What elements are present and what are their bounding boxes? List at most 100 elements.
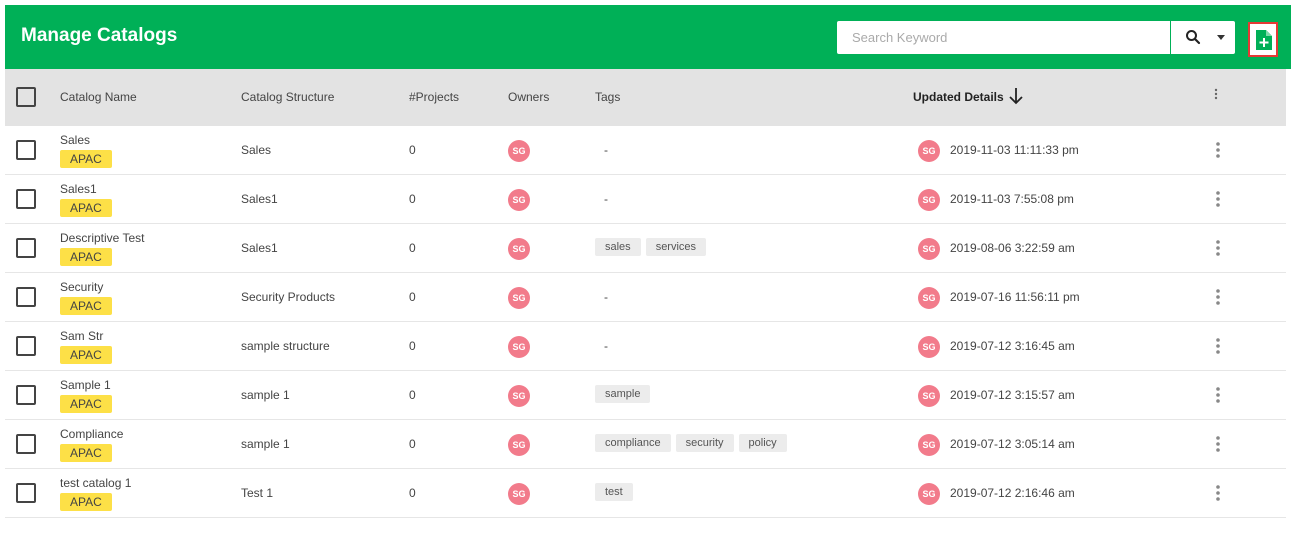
catalog-structure: sample 1: [241, 388, 290, 402]
tag-chip[interactable]: sample: [595, 385, 651, 403]
project-count: 0: [409, 241, 416, 255]
owner-avatar: SG: [508, 238, 530, 260]
column-owners[interactable]: Owners: [508, 90, 549, 104]
row-checkbox[interactable]: [16, 336, 36, 356]
updated-by-avatar: SG: [918, 434, 940, 456]
updated-timestamp: 2019-08-06 3:22:59 am: [950, 241, 1075, 255]
row-checkbox[interactable]: [16, 238, 36, 258]
row-checkbox[interactable]: [16, 434, 36, 454]
table-row[interactable]: Sam Str APAC sample structure 0 SG - SG …: [5, 322, 1286, 371]
tag-list: -: [595, 140, 618, 160]
project-count: 0: [409, 437, 416, 451]
updated-timestamp: 2019-07-12 3:16:45 am: [950, 339, 1075, 353]
column-tags[interactable]: Tags: [595, 90, 620, 104]
updated-by-avatar: SG: [918, 189, 940, 211]
more-vertical-icon[interactable]: [1216, 191, 1220, 210]
catalog-name[interactable]: Sales: [60, 133, 90, 147]
updated-by-avatar: SG: [918, 336, 940, 358]
more-vertical-icon[interactable]: [1216, 387, 1220, 406]
arrow-down-icon[interactable]: [1008, 87, 1024, 108]
column-catalog-structure[interactable]: Catalog Structure: [241, 90, 334, 104]
catalog-name[interactable]: Sales1: [60, 182, 97, 196]
catalog-name[interactable]: test catalog 1: [60, 476, 131, 490]
catalog-structure: Sales1: [241, 192, 278, 206]
tag-list: sales services: [595, 238, 707, 256]
search-button[interactable]: [1171, 21, 1235, 54]
page-header: Manage Catalogs: [5, 5, 1291, 69]
catalog-name[interactable]: Descriptive Test: [60, 231, 144, 245]
owner-avatar: SG: [508, 434, 530, 456]
catalog-structure: Sales: [241, 143, 272, 157]
catalog-structure: Security Products: [241, 290, 336, 304]
table-row[interactable]: Compliance APAC sample 1 0 SG compliance…: [5, 420, 1286, 469]
project-count: 0: [409, 143, 416, 157]
catalog-name[interactable]: Sample 1: [60, 378, 111, 392]
search-icon: [1185, 29, 1201, 48]
table-row[interactable]: Sales APAC Sales 0 SG - SG 2019-11-03 11…: [5, 126, 1286, 175]
owner-avatar: SG: [508, 287, 530, 309]
more-vertical-icon[interactable]: [1216, 338, 1220, 357]
search-input[interactable]: [837, 21, 1170, 54]
row-checkbox[interactable]: [16, 385, 36, 405]
select-all-checkbox[interactable]: [16, 87, 36, 107]
owner-avatar: SG: [508, 483, 530, 505]
updated-by-avatar: SG: [918, 385, 940, 407]
updated-timestamp: 2019-07-16 11:56:11 pm: [950, 290, 1080, 304]
project-count: 0: [409, 192, 416, 206]
tag-empty: -: [604, 290, 608, 304]
table-row[interactable]: Sample 1 APAC sample 1 0 SG sample SG 20…: [5, 371, 1286, 420]
updated-timestamp: 2019-07-12 2:16:46 am: [950, 486, 1075, 500]
add-file-icon: [1256, 30, 1272, 50]
row-checkbox[interactable]: [16, 189, 36, 209]
row-checkbox[interactable]: [16, 483, 36, 503]
project-count: 0: [409, 290, 416, 304]
region-badge: APAC: [60, 493, 112, 511]
tag-chip[interactable]: test: [595, 483, 633, 501]
tag-chip[interactable]: security: [675, 434, 734, 452]
table-row[interactable]: Security APAC Security Products 0 SG - S…: [5, 273, 1286, 322]
more-vertical-icon[interactable]: [1216, 142, 1220, 161]
catalog-structure: sample 1: [241, 437, 290, 451]
column-catalog-name[interactable]: Catalog Name: [60, 90, 137, 104]
tag-chip[interactable]: services: [645, 238, 707, 256]
more-vertical-icon[interactable]: [1214, 88, 1218, 103]
tag-empty: -: [604, 143, 608, 157]
more-vertical-icon[interactable]: [1216, 289, 1220, 308]
region-badge: APAC: [60, 346, 112, 364]
tag-chip[interactable]: sales: [595, 238, 641, 256]
tag-empty: -: [604, 339, 608, 353]
catalog-name[interactable]: Sam Str: [60, 329, 103, 343]
project-count: 0: [409, 388, 416, 402]
owner-avatar: SG: [508, 140, 530, 162]
more-vertical-icon[interactable]: [1216, 240, 1220, 259]
updated-by-avatar: SG: [918, 483, 940, 505]
tag-chip[interactable]: policy: [738, 434, 787, 452]
catalog-structure: Test 1: [241, 486, 274, 500]
catalog-structure: sample structure: [241, 339, 330, 353]
column-projects[interactable]: #Projects: [409, 90, 459, 104]
tag-list: -: [595, 189, 618, 209]
table-row[interactable]: test catalog 1 APAC Test 1 0 SG test SG …: [5, 469, 1286, 518]
region-badge: APAC: [60, 297, 112, 315]
owner-avatar: SG: [508, 336, 530, 358]
project-count: 0: [409, 486, 416, 500]
row-checkbox[interactable]: [16, 287, 36, 307]
tag-list: -: [595, 336, 618, 356]
more-vertical-icon[interactable]: [1216, 485, 1220, 504]
catalog-name[interactable]: Security: [60, 280, 103, 294]
updated-timestamp: 2019-07-12 3:05:14 am: [950, 437, 1075, 451]
table-row[interactable]: Sales1 APAC Sales1 0 SG - SG 2019-11-03 …: [5, 175, 1286, 224]
updated-timestamp: 2019-11-03 7:55:08 pm: [950, 192, 1074, 206]
region-badge: APAC: [60, 199, 112, 217]
table-row[interactable]: Descriptive Test APAC Sales1 0 SG sales s…: [5, 224, 1286, 273]
page-title: Manage Catalogs: [21, 25, 178, 46]
row-checkbox[interactable]: [16, 140, 36, 160]
tag-chip[interactable]: compliance: [595, 434, 671, 452]
column-updated-details[interactable]: Updated Details: [913, 90, 1004, 104]
updated-by-avatar: SG: [918, 140, 940, 162]
catalog-name[interactable]: Compliance: [60, 427, 123, 441]
add-catalog-button[interactable]: [1248, 22, 1278, 57]
updated-timestamp: 2019-07-12 3:15:57 am: [950, 388, 1075, 402]
more-vertical-icon[interactable]: [1216, 436, 1220, 455]
tag-empty: -: [604, 192, 608, 206]
